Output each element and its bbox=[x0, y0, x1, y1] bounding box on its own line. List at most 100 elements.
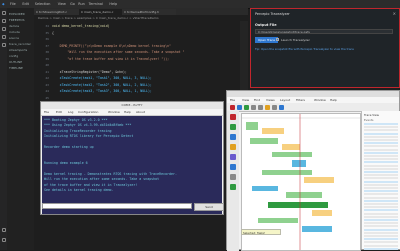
gear-icon[interactable] bbox=[1, 238, 6, 242]
sidebar-item[interactable]: streamports bbox=[9, 48, 33, 52]
terminal-menu-item[interactable]: Window bbox=[108, 110, 120, 114]
event-row[interactable] bbox=[364, 228, 398, 231]
event-row[interactable] bbox=[364, 151, 398, 154]
sidebar-item[interactable]: source bbox=[9, 36, 33, 40]
event-row[interactable] bbox=[364, 171, 398, 173]
sidebar-item[interactable]: OUTLINE bbox=[9, 60, 33, 64]
toolbar-icon[interactable] bbox=[244, 104, 249, 110]
view-icon[interactable] bbox=[230, 144, 236, 150]
tracealyzer-menu-item[interactable]: Help bbox=[330, 98, 337, 102]
toolbar-icon[interactable] bbox=[251, 104, 256, 110]
event-row[interactable] bbox=[364, 167, 398, 170]
account-icon[interactable] bbox=[1, 228, 6, 232]
menu-item[interactable]: Edit bbox=[22, 2, 29, 6]
explorer-icon[interactable] bbox=[1, 11, 6, 15]
event-row[interactable] bbox=[364, 123, 398, 125]
code-line[interactable]: { bbox=[52, 31, 54, 35]
event-row[interactable] bbox=[364, 174, 398, 177]
menu-item[interactable]: Go bbox=[70, 2, 75, 6]
code-line[interactable]: DEMO_PRINTF(("\n\nDemo example 6\n\nDemo… bbox=[52, 44, 171, 48]
sidebar-item[interactable]: EXPLORER bbox=[9, 12, 33, 16]
menu-item[interactable]: Selection bbox=[35, 2, 51, 6]
event-row[interactable] bbox=[364, 187, 398, 189]
sidebar-item[interactable]: trace_recorder bbox=[9, 42, 33, 46]
event-row[interactable] bbox=[364, 225, 398, 228]
search-icon[interactable] bbox=[1, 19, 6, 23]
event-row[interactable] bbox=[364, 212, 398, 215]
event-row[interactable] bbox=[364, 222, 398, 225]
sidebar-item[interactable]: include bbox=[9, 30, 33, 34]
tracealyzer-menu-item[interactable]: File bbox=[230, 98, 235, 102]
run-debug-icon[interactable] bbox=[1, 35, 6, 39]
menu-item[interactable]: View bbox=[58, 2, 66, 6]
code-line[interactable]: void demo_kernel_tracing(void) bbox=[52, 24, 110, 28]
event-row[interactable] bbox=[364, 142, 398, 145]
toolbar-icon[interactable] bbox=[265, 104, 270, 110]
event-row[interactable] bbox=[364, 193, 398, 196]
event-row[interactable] bbox=[364, 231, 398, 234]
event-row[interactable] bbox=[364, 219, 398, 221]
toolbar-icon[interactable] bbox=[237, 104, 242, 110]
code-line[interactable]: "Will run the execution after some secon… bbox=[52, 50, 184, 54]
sidebar-item[interactable]: TIMELINE bbox=[9, 66, 33, 70]
launch-tracealyzer-checkbox[interactable] bbox=[276, 38, 279, 41]
event-row[interactable] bbox=[364, 244, 398, 247]
event-row[interactable] bbox=[364, 161, 398, 164]
view-icon[interactable] bbox=[230, 164, 236, 170]
event-row[interactable] bbox=[364, 209, 398, 212]
event-row[interactable] bbox=[364, 129, 398, 132]
terminal-menu-item[interactable]: Edit bbox=[56, 110, 62, 114]
terminal-titlebar[interactable]: COM3 - PuTTY bbox=[41, 102, 223, 109]
event-row[interactable] bbox=[364, 126, 398, 129]
event-row[interactable] bbox=[364, 132, 398, 135]
code-line[interactable]: xTraceStringRegister("Demo", &chn); bbox=[52, 70, 127, 74]
output-file-path-field[interactable]: C:\Users\trace\snapshot\trace.psfs bbox=[255, 29, 393, 34]
view-icon[interactable] bbox=[230, 124, 236, 130]
tracealyzer-menu-item[interactable]: Filters bbox=[296, 98, 305, 102]
terminal-menu-item[interactable]: Configuration bbox=[78, 110, 98, 114]
event-row[interactable] bbox=[364, 180, 398, 183]
tracealyzer-menu-item[interactable]: Find bbox=[254, 98, 260, 102]
terminal-input-field[interactable] bbox=[42, 203, 192, 209]
event-row[interactable] bbox=[364, 177, 398, 180]
toolbar-icon[interactable] bbox=[230, 104, 235, 110]
menu-item[interactable]: Run bbox=[78, 2, 85, 6]
event-row[interactable] bbox=[364, 155, 398, 157]
sidebar-item[interactable]: config bbox=[9, 54, 33, 58]
event-row[interactable] bbox=[364, 148, 398, 151]
code-line[interactable]: xTaskCreate(task1, "Task1", 300, NULL, 3… bbox=[52, 76, 152, 80]
event-row[interactable] bbox=[364, 164, 398, 167]
event-row[interactable] bbox=[364, 183, 398, 186]
event-row[interactable] bbox=[364, 235, 398, 237]
tracealyzer-menu-item[interactable]: Views bbox=[266, 98, 275, 102]
toolbar-icon[interactable] bbox=[279, 104, 284, 110]
event-row[interactable] bbox=[364, 247, 398, 250]
event-row[interactable] bbox=[364, 139, 398, 141]
source-control-icon[interactable] bbox=[1, 27, 6, 31]
minimap[interactable] bbox=[240, 21, 248, 101]
sidebar-item[interactable]: FREERTOS bbox=[9, 18, 33, 22]
send-button[interactable]: Send bbox=[194, 203, 224, 211]
event-row[interactable] bbox=[364, 135, 398, 138]
menu-item[interactable]: File bbox=[10, 2, 16, 6]
toolbar-icon[interactable] bbox=[258, 104, 263, 110]
event-row[interactable] bbox=[364, 203, 398, 205]
tracealyzer-menu-item[interactable]: View bbox=[242, 98, 249, 102]
code-line[interactable]: "of the trace buffer and view it in Trac… bbox=[52, 57, 169, 61]
event-row[interactable] bbox=[364, 190, 398, 193]
view-icon[interactable] bbox=[230, 184, 236, 190]
code-line[interactable]: xTaskCreate(task3, "Task3", 300, NULL, 1… bbox=[52, 89, 152, 93]
event-row[interactable] bbox=[364, 196, 398, 199]
event-row[interactable] bbox=[364, 158, 398, 161]
menu-item[interactable]: Help bbox=[109, 2, 117, 6]
code-line[interactable]: xTaskCreate(task2, "Task2", 300, NULL, 2… bbox=[52, 83, 152, 87]
terminal-menu-item[interactable]: Help bbox=[124, 110, 131, 114]
open-trace-button[interactable]: Open Trace bbox=[255, 37, 278, 43]
tracealyzer-menu-item[interactable]: Layout bbox=[280, 98, 290, 102]
terminal-output[interactable]: *** Booting Zephyr OS v3.2.0 *** *** Usin… bbox=[42, 116, 222, 214]
terminal-menu-item[interactable]: File bbox=[44, 110, 49, 114]
event-row[interactable] bbox=[364, 199, 398, 202]
event-row[interactable] bbox=[364, 145, 398, 148]
sidebar-item[interactable]: demos bbox=[9, 24, 33, 28]
event-row[interactable] bbox=[364, 215, 398, 218]
